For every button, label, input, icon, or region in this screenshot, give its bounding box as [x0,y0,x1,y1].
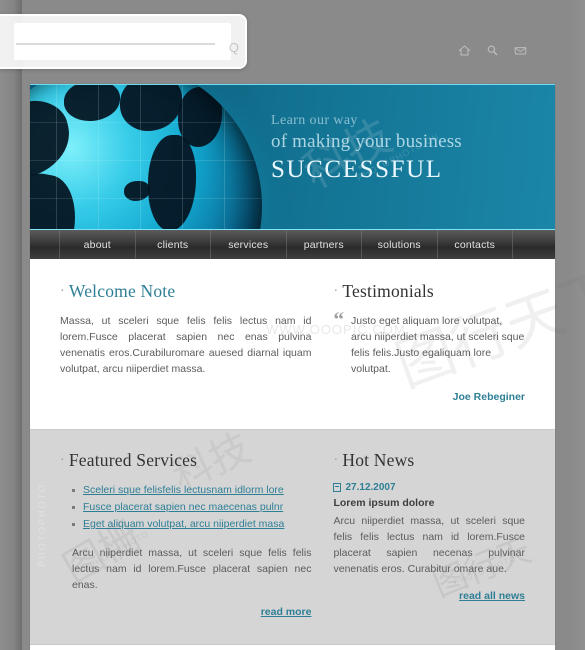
news-date: 27.12.2007 [345,482,396,493]
main-navigation: about clients services partners solution… [30,229,555,259]
hero-line-1: Learn our way [271,113,358,128]
featured-services-body: Arcu niiperdiet massa, ut sceleri sque f… [72,547,312,591]
featured-services-list: Sceleri sque felisfelis lectusnam idlorm… [72,482,311,533]
welcome-note-title: Welcome Note [68,281,176,301]
site-footer: Business Company © 2007 | Privacy Policy [30,644,555,650]
nav-item-partners[interactable]: partners [287,230,362,259]
hot-news-heading: · Hot News [333,450,525,471]
service-link-2[interactable]: Fusce placerat sapien nec maecenas pulnr [83,501,283,513]
testimonials-block: · Testimonials “ Justo eget aliquam lore … [333,281,525,403]
hot-news-more-row: read all news [333,586,525,604]
search-icon[interactable] [486,44,499,57]
hero-line-3: SUCCESSFUL [271,156,443,184]
hero-banner: Learn our way of making your business SU… [30,84,555,229]
site-container: Learn our way of making your business SU… [30,84,555,650]
heading-bullet: · [333,284,339,299]
calendar-icon [333,483,342,492]
hero-text-block: Learn our way of making your business SU… [271,113,531,184]
service-link-1[interactable]: Sceleri sque felisfelis lectusnam idlorm… [83,484,284,496]
quote-icon: “ [333,307,344,331]
nav-item-contacts[interactable]: contacts [438,230,513,259]
home-icon[interactable] [458,44,471,57]
welcome-note-heading: · Welcome Note [60,281,311,302]
nav-item-about[interactable]: about [60,230,136,259]
testimonials-title: Testimonials [342,281,434,301]
topbar [0,40,585,60]
featured-services-title: Featured Services [68,450,198,470]
news-body: Arcu niiperdiet massa, ut sceleri sque f… [333,515,525,575]
heading-bullet: · [60,453,65,468]
testimonials-heading: · Testimonials [333,281,525,302]
read-all-news-link[interactable]: read all news [459,590,525,602]
heading-bullet: · [333,453,339,468]
welcome-note-body: Massa, ut sceleri sque felis felis lectu… [60,315,312,375]
intro-section: · Welcome Note Massa, ut sceleri sque fel… [30,259,555,429]
read-more-link[interactable]: read more [261,606,312,618]
testimonial-body: Justo eget aliquam lore volutpat, arcu n… [350,315,525,375]
news-date-row: 27.12.2007 [333,482,525,493]
news-headline: Lorem ipsum dolore [333,497,435,509]
featured-services-block: · Featured Services Sceleri sque felisfel… [60,450,311,620]
list-item: Fusce placerat sapien nec maecenas pulnr [72,499,311,516]
hot-news-title: Hot News [342,450,415,470]
welcome-note-block: · Welcome Note Massa, ut sceleri sque fel… [60,281,311,403]
list-item: Sceleri sque felisfelis lectusnam idlorm… [72,482,311,499]
nav-item-clients[interactable]: clients [136,230,211,259]
featured-services-more-row: read more [60,602,312,620]
testimonial-item: “ Justo eget aliquam lore volutpat, arcu… [333,307,525,377]
hot-news-block: · Hot News 27.12.2007 Lorem ipsum dolore … [333,450,525,620]
hero-line-2: of making your business [271,131,462,153]
testimonial-author: Joe Rebeginer [452,391,525,403]
mail-icon[interactable] [514,44,527,57]
nav-item-solutions[interactable]: solutions [362,230,438,259]
canvas-right-shade [569,0,585,650]
nav-item-services[interactable]: services [211,230,287,259]
nav-left-spacer [30,230,60,259]
nav-right-spacer [513,230,555,259]
canvas-left-shade [0,0,22,650]
heading-bullet: · [60,284,65,299]
content-section: · Featured Services Sceleri sque felisfel… [30,429,555,644]
list-item: Eget aliquam volutpat, arcu niiperdiet m… [72,516,311,533]
featured-services-heading: · Featured Services [60,450,311,471]
service-link-3[interactable]: Eget aliquam volutpat, arcu niiperdiet m… [83,518,284,530]
